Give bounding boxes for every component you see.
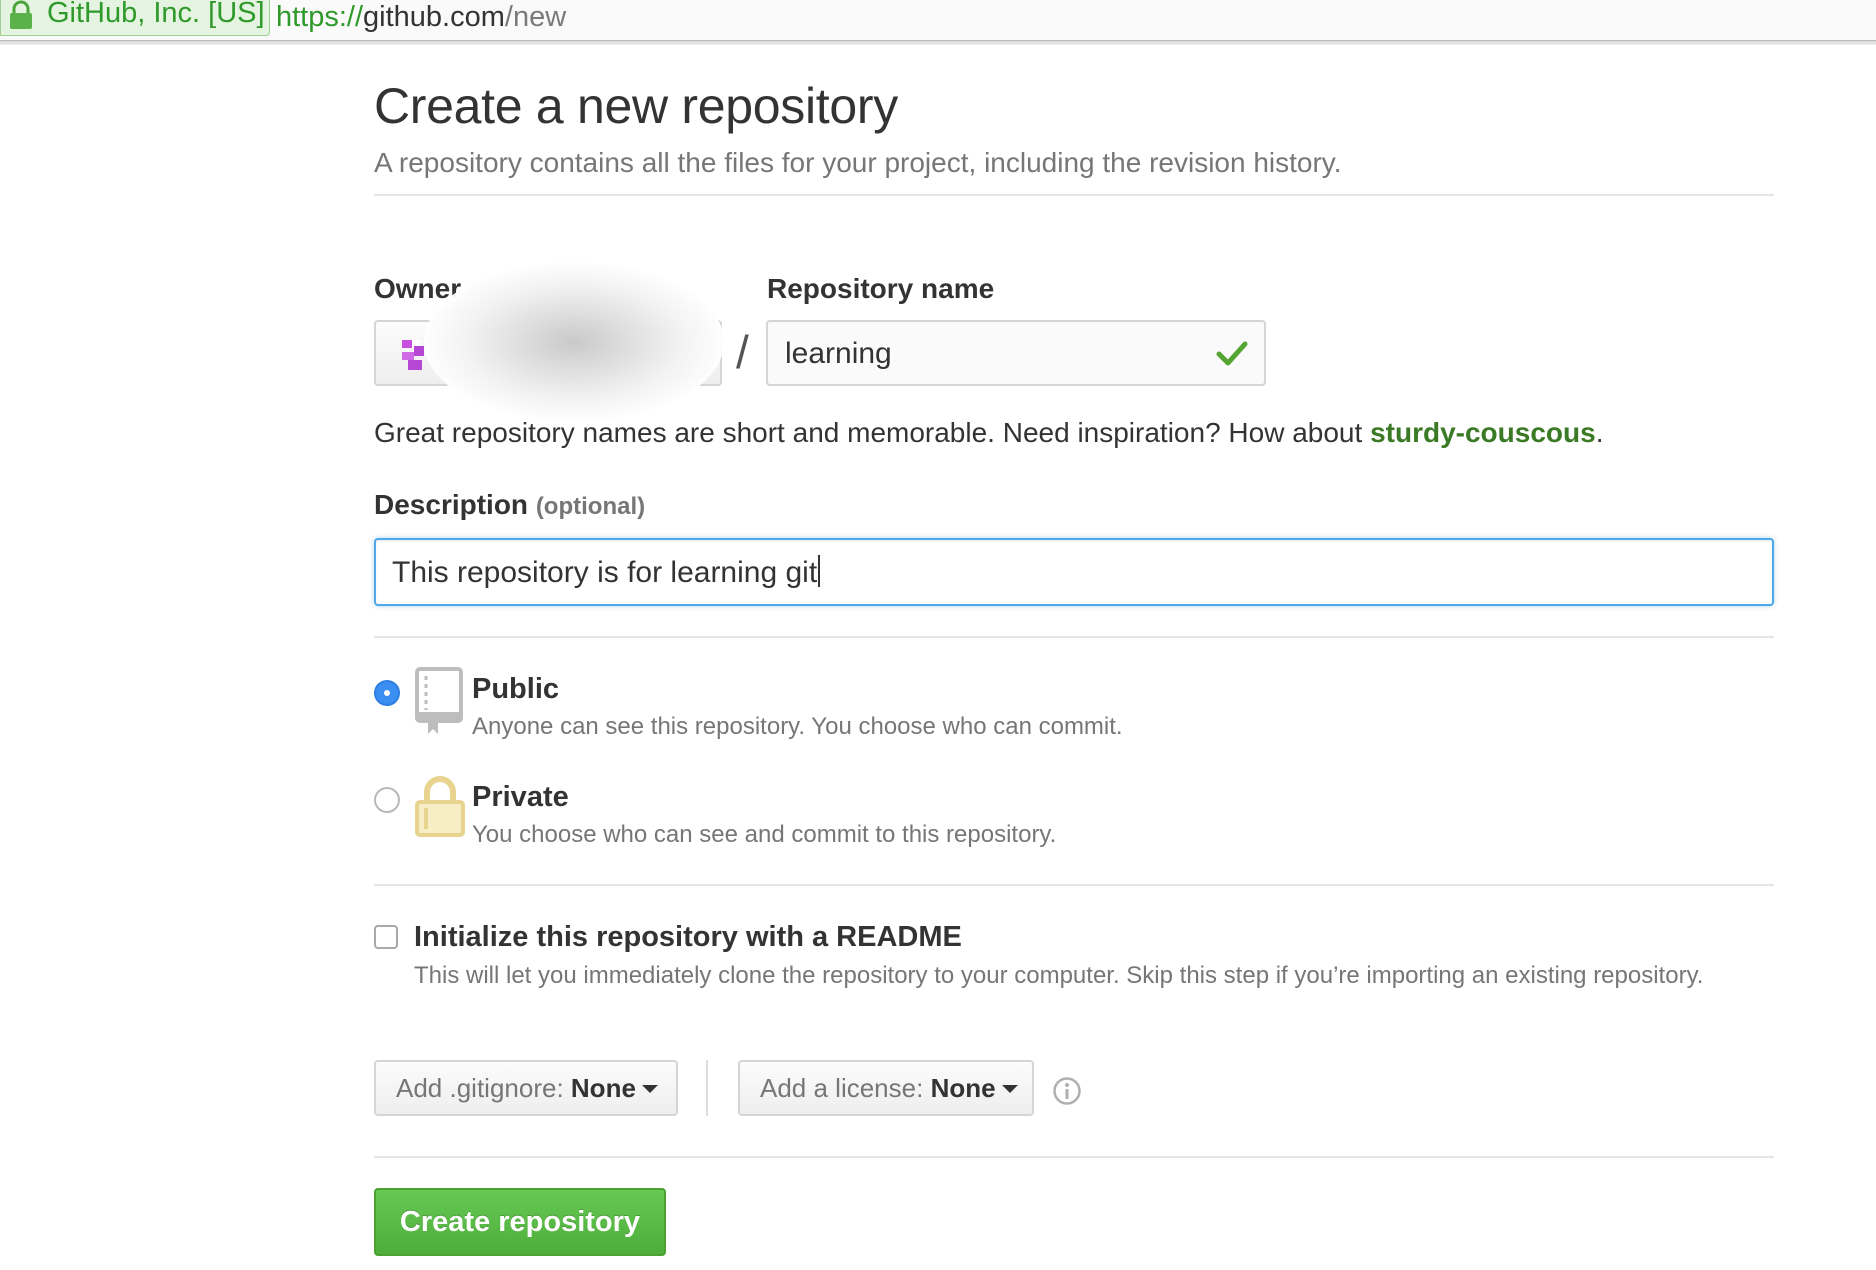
private-radio[interactable] xyxy=(374,787,400,813)
lock-icon xyxy=(7,0,35,35)
description-field-content: This repository is for learning git xyxy=(392,555,821,591)
public-description: Anyone can see this repository. You choo… xyxy=(472,713,1123,740)
info-icon[interactable] xyxy=(1052,1076,1082,1111)
dropdown-separator xyxy=(706,1060,708,1116)
divider xyxy=(374,1156,1774,1158)
divider xyxy=(374,636,1774,638)
init-readme-checkbox[interactable] xyxy=(374,925,398,949)
gitignore-label: Add .gitignore: xyxy=(396,1073,564,1103)
private-title: Private xyxy=(472,781,569,813)
identicon-avatar xyxy=(402,340,426,375)
repo-name-label: Repository name xyxy=(767,273,995,304)
repository-name-value: learning xyxy=(785,337,892,370)
private-description: You choose who can see and commit to thi… xyxy=(472,821,1057,848)
hint-end: . xyxy=(1595,417,1604,448)
chevron-down-icon xyxy=(1001,1085,1018,1093)
owner-repo-separator: / xyxy=(736,326,749,378)
url-host: github.com xyxy=(363,1,505,33)
check-icon xyxy=(1216,340,1248,373)
lock-icon xyxy=(414,774,466,843)
optional-tag: (optional) xyxy=(535,493,646,520)
init-readme-description: This will let you immediately clone the … xyxy=(414,962,1704,989)
public-title: Public xyxy=(472,673,560,705)
chevron-down-icon xyxy=(641,1085,658,1093)
page-title: Create a new repository xyxy=(374,78,898,134)
url-text[interactable]: https://github.com/new xyxy=(276,0,566,34)
gitignore-value: None xyxy=(570,1073,636,1103)
ev-certificate-label: GitHub, Inc. [US] xyxy=(47,0,265,29)
description-label: Description (optional) xyxy=(374,488,645,524)
repo-book-icon xyxy=(414,666,466,739)
description-input[interactable]: This repository is for learning git xyxy=(374,538,1774,606)
license-label: Add a license: xyxy=(760,1073,924,1103)
license-value: None xyxy=(930,1073,996,1103)
gitignore-dropdown[interactable]: Add .gitignore: None xyxy=(374,1060,678,1116)
page-subtitle: A repository contains all the files for … xyxy=(374,147,1342,178)
redaction-blur xyxy=(424,262,724,422)
divider xyxy=(374,884,1774,886)
create-repository-button[interactable]: Create repository xyxy=(374,1188,666,1256)
text-cursor xyxy=(818,555,821,587)
url-scheme: https:// xyxy=(276,1,364,33)
public-radio[interactable] xyxy=(374,680,400,706)
init-readme-title: Initialize this repository with a README xyxy=(414,921,962,953)
divider xyxy=(374,194,1774,196)
ev-certificate-badge[interactable]: GitHub, Inc. [US] xyxy=(0,0,270,36)
name-suggestion-link[interactable]: sturdy-couscous xyxy=(1370,417,1596,448)
description-label-text: Description xyxy=(374,489,529,520)
repository-name-input[interactable]: learning xyxy=(766,320,1266,386)
description-value: This repository is for learning git xyxy=(392,556,818,589)
hint-text: Great repository names are short and mem… xyxy=(374,417,1371,448)
license-dropdown[interactable]: Add a license: None xyxy=(738,1060,1034,1116)
url-path: /new xyxy=(504,1,567,33)
browser-address-bar[interactable]: GitHub, Inc. [US] https://github.com/new xyxy=(0,0,1876,45)
